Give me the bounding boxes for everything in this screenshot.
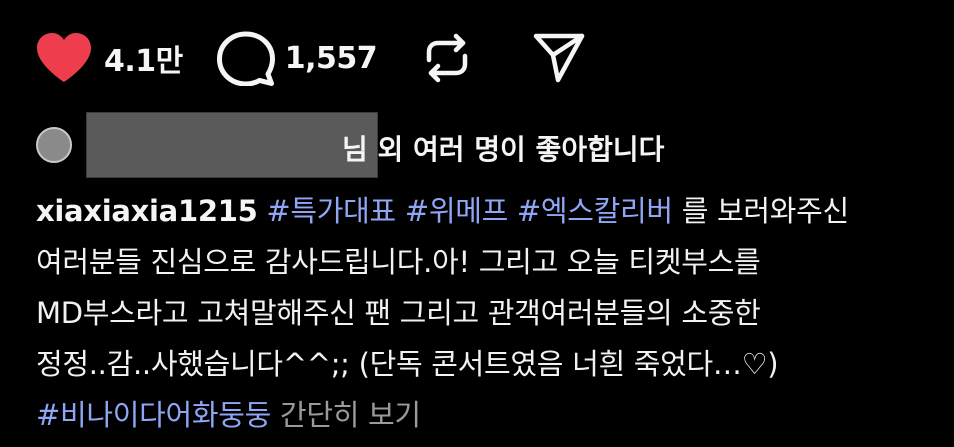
caption-line-2: 여러분들 진심으로 감사드립니다.아! 그리고 오늘 티켓부스를 [36, 245, 761, 279]
liked-by-text[interactable]: 님 외 여러 명이 좋아합니다 [342, 128, 664, 168]
caption-line-4: 정정..감..사했습니다^^;; (단독 콘서트였음 너흰 죽었다…♡) [36, 347, 779, 381]
hashtag-link[interactable]: #엑스칼리버 [517, 194, 673, 228]
caption-text: 를 보러와주신 [681, 194, 850, 228]
caption-line-3: MD부스라고 고쳐말해주신 팬 그리고 관객여러분들의 소중한 [36, 296, 761, 330]
caption-line-5: #비나이다어화둥둥 간단히 보기 [36, 390, 936, 441]
hashtag-link[interactable]: #특가대표 [266, 194, 396, 228]
avatar[interactable] [36, 127, 72, 163]
caption-line-1: xiaxiaxia1215 #특가대표 #위메프 #엑스칼리버 를 보러와주신 [36, 186, 936, 237]
like-count[interactable]: 4.1만 [104, 36, 183, 80]
send-icon[interactable] [531, 31, 587, 85]
post-caption: xiaxiaxia1215 #특가대표 #위메프 #엑스칼리버 를 보러와주신 … [36, 186, 936, 441]
hashtag-link[interactable]: #비나이다어화둥둥 [36, 398, 271, 432]
show-less-link[interactable]: 간단히 보기 [280, 398, 421, 432]
repost-action[interactable] [423, 32, 471, 84]
share-action[interactable] [531, 31, 587, 85]
caption-username[interactable]: xiaxiaxia1215 [36, 194, 258, 228]
liked-by-row[interactable]: 님 외 여러 명이 좋아합니다 [36, 112, 664, 178]
hashtag-link[interactable]: #위메프 [405, 194, 508, 228]
redacted-username-block [86, 112, 378, 178]
comment-count[interactable]: 1,557 [285, 41, 378, 76]
comment-bubble-icon[interactable] [216, 30, 275, 87]
comment-action: 1,557 [216, 30, 378, 87]
heart-icon[interactable] [34, 31, 94, 85]
like-action: 4.1만 [34, 31, 183, 85]
repost-icon[interactable] [423, 32, 471, 84]
post-action-bar: 4.1만 1,557 [34, 28, 587, 88]
